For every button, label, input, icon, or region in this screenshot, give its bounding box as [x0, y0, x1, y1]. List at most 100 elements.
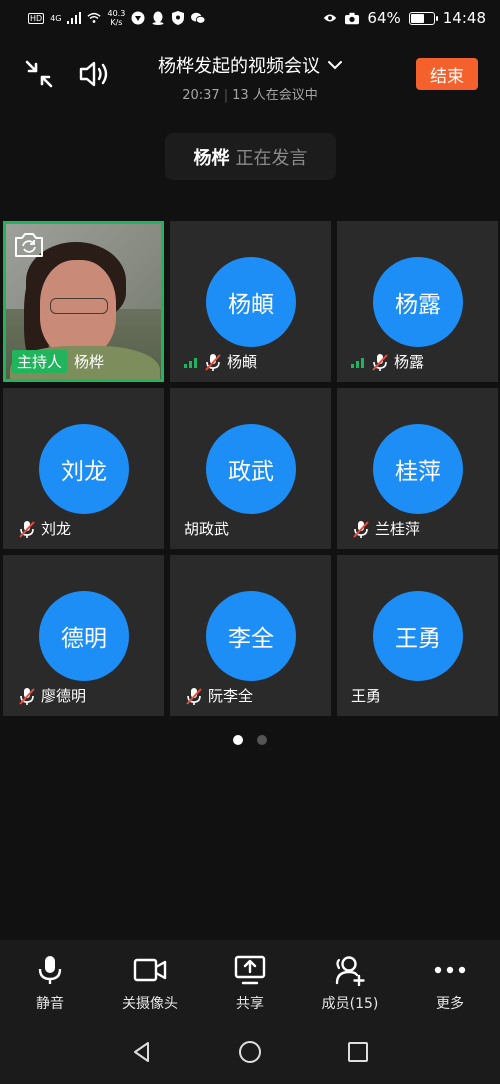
- clock: 14:48: [442, 9, 486, 27]
- battery-icon: [408, 11, 438, 25]
- participant-tile-host[interactable]: 主持人 杨桦: [3, 221, 164, 382]
- mic-muted-icon: [19, 687, 35, 705]
- switch-camera-button[interactable]: [12, 230, 46, 260]
- participant-tile[interactable]: 李全 阮李全: [170, 555, 331, 716]
- status-right: 64% 14:48: [323, 9, 486, 27]
- eye-comfort-icon: [323, 11, 337, 25]
- mic-muted-icon: [353, 520, 369, 538]
- system-nav-bar: [0, 1020, 500, 1084]
- status-left: HD 4G 40.3 K/s: [28, 9, 206, 27]
- qq-icon: [151, 11, 165, 25]
- members-label: 成员(15): [321, 996, 379, 1012]
- shield-icon: [171, 11, 185, 25]
- home-circle-icon: [239, 1041, 261, 1063]
- participant-avatar: 李全: [206, 591, 296, 681]
- more-label: 更多: [436, 996, 464, 1012]
- host-badge: 主持人: [12, 350, 68, 373]
- participant-tile[interactable]: 杨頔 杨頔: [170, 221, 331, 382]
- net-type: 4G: [50, 13, 62, 23]
- participant-name: 杨頔: [227, 353, 258, 371]
- hd-indicator: HD: [28, 12, 45, 24]
- participant-footer: 兰桂萍: [351, 518, 420, 539]
- video-camera-icon: [133, 953, 167, 987]
- collapse-arrows-icon: [25, 60, 53, 88]
- participant-name: 廖德明: [41, 687, 87, 705]
- participant-footer: 廖德明: [17, 685, 86, 706]
- battery-fill: [410, 13, 425, 23]
- signal-strength-icon: [351, 356, 364, 368]
- add-member-icon: [333, 953, 367, 987]
- meeting-header: 杨桦发起的视频会议 20:37 | 13 人在会议中 结束: [0, 40, 500, 110]
- camera-off-label: 关摄像头: [122, 996, 178, 1012]
- speaker-button[interactable]: [74, 54, 114, 94]
- home-button[interactable]: [232, 1034, 268, 1070]
- more-button[interactable]: 更多: [400, 940, 500, 1020]
- wechat-icon: [191, 11, 206, 25]
- speaker-name: 杨桦: [193, 147, 230, 169]
- participant-name: 刘龙: [41, 520, 72, 538]
- participant-footer: 王勇: [351, 685, 381, 706]
- mute-button[interactable]: 静音: [0, 940, 100, 1020]
- participant-avatar: 桂萍: [373, 424, 463, 514]
- participant-tile[interactable]: 桂萍 兰桂萍: [337, 388, 498, 549]
- back-button[interactable]: [124, 1034, 160, 1070]
- speaker-status: 正在发言: [235, 147, 308, 169]
- share-label: 共享: [236, 996, 264, 1012]
- app-notification-icon: [131, 11, 145, 25]
- participant-name: 王勇: [351, 687, 382, 705]
- meeting-title-block[interactable]: 杨桦发起的视频会议 20:37 | 13 人在会议中: [140, 52, 360, 103]
- recents-square-icon: [348, 1042, 368, 1062]
- participant-name: 阮李全: [208, 687, 254, 705]
- participant-footer: 刘龙: [17, 518, 71, 539]
- participant-avatar: 王勇: [373, 591, 463, 681]
- active-speaker-indicator: 杨桦 正在发言: [165, 133, 336, 180]
- page-dot-active[interactable]: [233, 735, 243, 745]
- status-bar: HD 4G 40.3 K/s 64% 14:48: [0, 0, 500, 36]
- share-screen-button[interactable]: 共享: [200, 940, 300, 1020]
- wifi-icon: [87, 11, 102, 25]
- end-meeting-button[interactable]: 结束: [416, 58, 478, 90]
- participant-name: 兰桂萍: [375, 520, 421, 538]
- host-tile-footer: 主持人 杨桦: [12, 350, 104, 373]
- participant-tile[interactable]: 政武 胡政武: [170, 388, 331, 549]
- meeting-title: 杨桦发起的视频会议: [158, 52, 342, 78]
- mic-muted-icon: [205, 353, 221, 371]
- mic-muted-icon: [372, 353, 388, 371]
- speed-unit: K/s: [110, 18, 123, 27]
- mic-muted-icon: [186, 687, 202, 705]
- speed-value: 40.3: [107, 9, 126, 18]
- back-triangle-icon: [134, 1042, 149, 1062]
- participant-tile[interactable]: 杨露 杨露: [337, 221, 498, 382]
- members-button[interactable]: 成员(15): [300, 940, 400, 1020]
- page-dot[interactable]: [257, 735, 267, 745]
- cell-signal-icon: [67, 11, 82, 25]
- minimize-meeting-button[interactable]: [19, 54, 59, 94]
- participant-name: 胡政武: [184, 520, 230, 538]
- mute-label: 静音: [36, 996, 64, 1012]
- participant-footer: 阮李全: [184, 685, 253, 706]
- meeting-title-text: 杨桦发起的视频会议: [158, 56, 320, 77]
- camera-off-button[interactable]: 关摄像头: [100, 940, 200, 1020]
- participant-tile[interactable]: 王勇 王勇: [337, 555, 498, 716]
- camera-switch-icon: [15, 233, 43, 257]
- recents-button[interactable]: [340, 1034, 376, 1070]
- participant-count: 13 人在会议中: [232, 88, 318, 103]
- participant-tile[interactable]: 德明 廖德明: [3, 555, 164, 716]
- participant-avatar: 刘龙: [39, 424, 129, 514]
- participant-footer: 杨頔: [184, 351, 257, 372]
- meeting-subtitle: 20:37 | 13 人在会议中: [182, 88, 318, 103]
- participant-tile[interactable]: 刘龙 刘龙: [3, 388, 164, 549]
- signal-strength-icon: [184, 356, 197, 368]
- microphone-icon: [33, 953, 67, 987]
- battery-percent: 64%: [367, 9, 401, 27]
- speaker-icon: [79, 61, 108, 87]
- participant-grid: 主持人 杨桦 杨頔 杨頔 杨露 杨露 刘龙 刘龙 政武 胡政武 桂萍 兰桂萍 德…: [3, 221, 498, 716]
- participant-avatar: 政武: [206, 424, 296, 514]
- mic-muted-icon: [19, 520, 35, 538]
- meeting-duration: 20:37: [182, 88, 220, 103]
- camera-indicator-icon: [345, 11, 360, 25]
- page-indicator: [0, 735, 500, 745]
- participant-name: 杨桦: [74, 353, 105, 371]
- participant-avatar: 杨頔: [206, 257, 296, 347]
- share-screen-icon: [233, 953, 267, 987]
